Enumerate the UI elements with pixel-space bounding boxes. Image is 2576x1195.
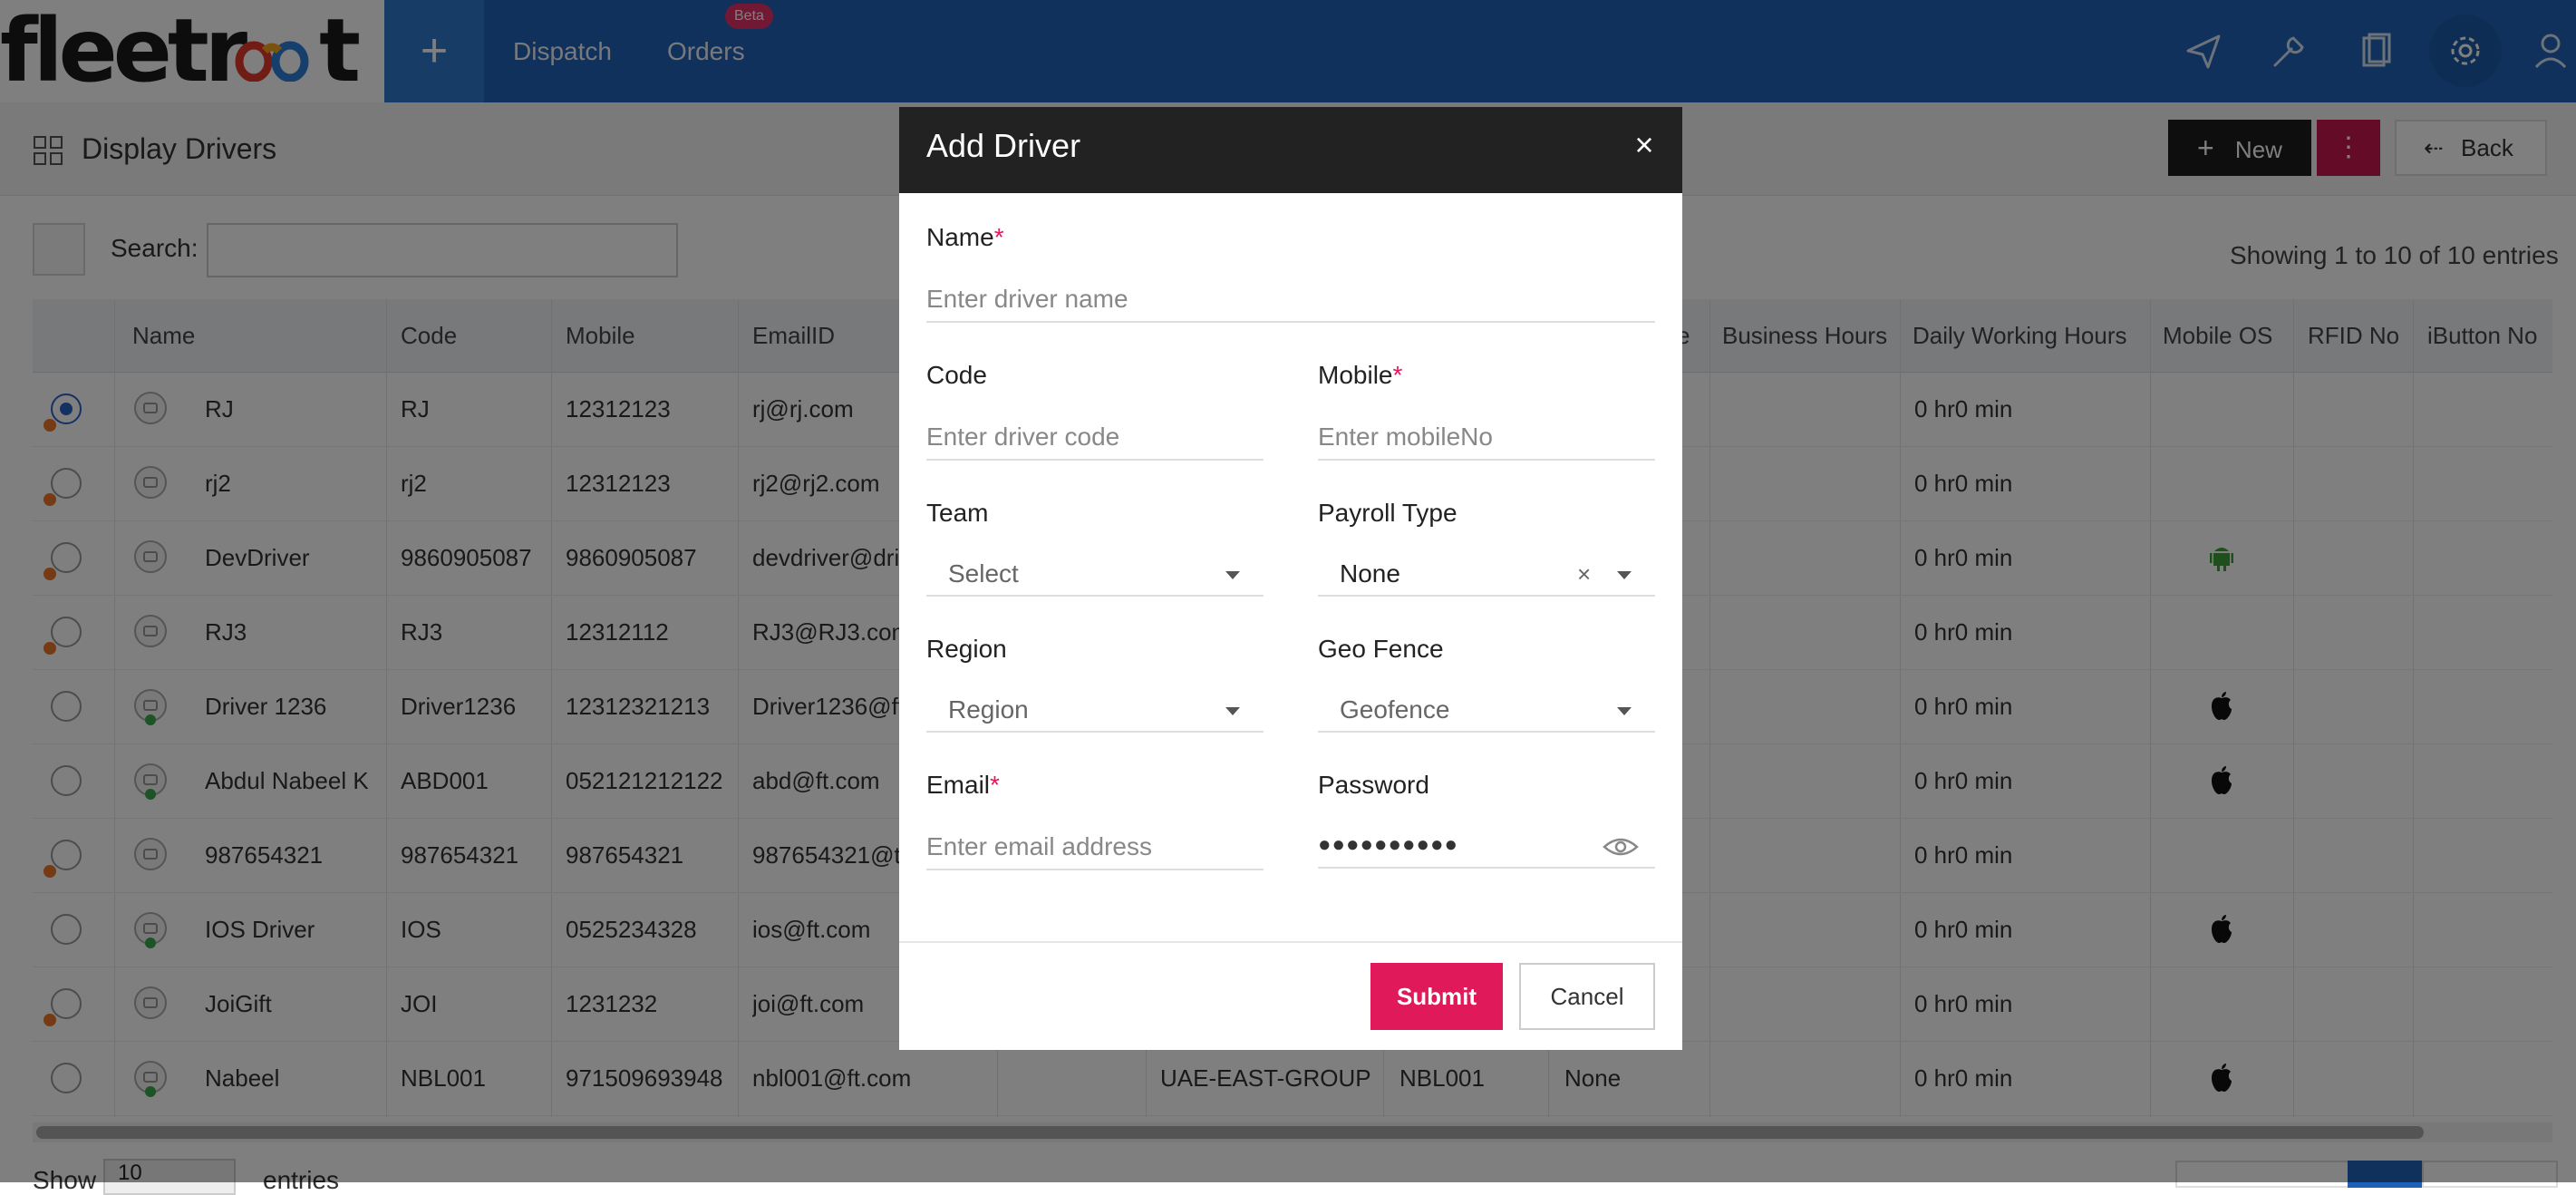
eye-icon[interactable]	[1603, 832, 1639, 861]
modal-footer-divider	[899, 941, 1682, 943]
team-label: Team	[926, 499, 989, 527]
chevron-down-icon	[1617, 707, 1632, 715]
chevron-down-icon	[1225, 571, 1240, 579]
payroll-type-value: None	[1340, 559, 1400, 588]
name-label: Name*	[926, 223, 1004, 251]
mobile-input[interactable]: Enter mobileNo	[1318, 415, 1655, 461]
email-input[interactable]: Enter email address	[926, 825, 1264, 870]
geo-fence-value: Geofence	[1340, 695, 1450, 724]
mobile-label: Mobile*	[1318, 361, 1403, 389]
region-select[interactable]: Region	[926, 687, 1264, 733]
chevron-down-icon	[1617, 571, 1632, 579]
code-label: Code	[926, 361, 987, 389]
close-icon[interactable]: ×	[1628, 127, 1661, 163]
geo-fence-label: Geo Fence	[1318, 635, 1444, 663]
region-label: Region	[926, 635, 1007, 663]
region-select-value: Region	[948, 695, 1029, 724]
payroll-type-select[interactable]: None ×	[1318, 551, 1655, 597]
password-label: Password	[1318, 771, 1429, 799]
team-select[interactable]: Select	[926, 551, 1264, 597]
email-label: Email*	[926, 771, 1000, 799]
modal-title: Add Driver	[926, 127, 1081, 164]
driver-code-input[interactable]: Enter driver code	[926, 415, 1264, 461]
team-select-value: Select	[948, 559, 1019, 588]
driver-name-input[interactable]: Enter driver name	[926, 277, 1655, 323]
submit-button[interactable]: Submit	[1370, 963, 1503, 1030]
payroll-type-label: Payroll Type	[1318, 499, 1457, 527]
chevron-down-icon	[1225, 707, 1240, 715]
geo-fence-select[interactable]: Geofence	[1318, 687, 1655, 733]
cancel-button[interactable]: Cancel	[1519, 963, 1655, 1030]
clear-icon[interactable]: ×	[1577, 551, 1591, 597]
